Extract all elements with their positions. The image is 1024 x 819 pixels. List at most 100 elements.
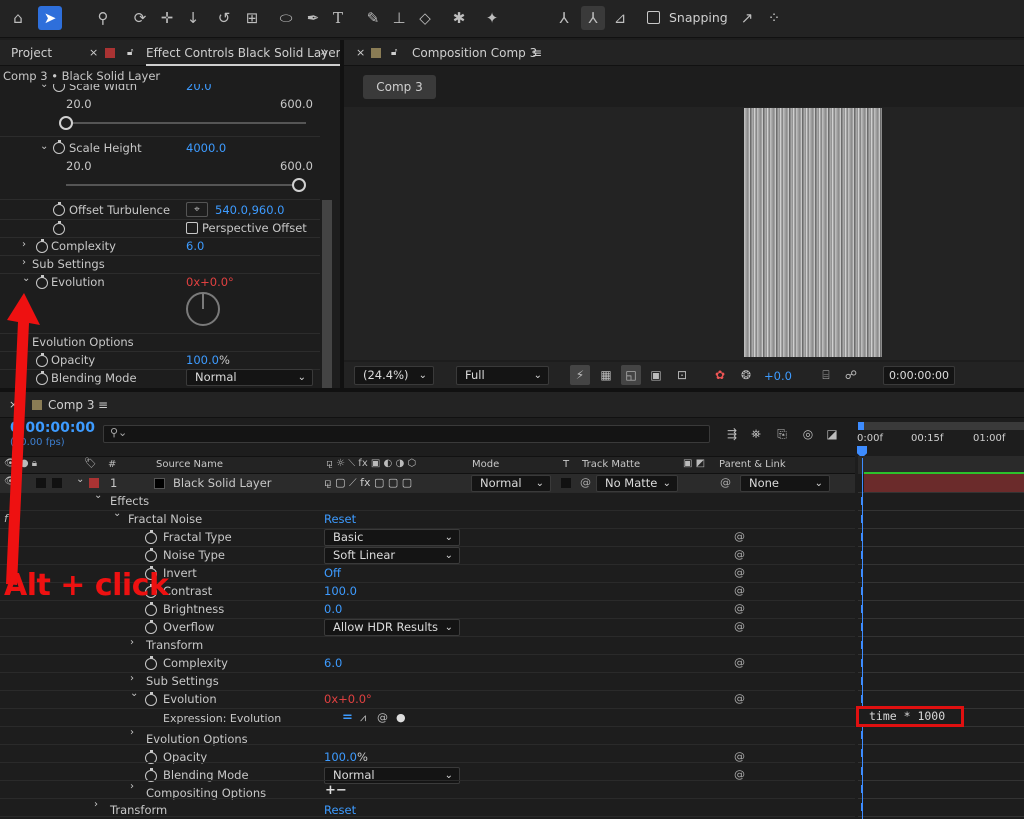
stopwatch-icon[interactable]	[53, 140, 65, 154]
column-parent-link[interactable]: Parent & Link	[719, 459, 786, 470]
stopwatch-icon[interactable]	[145, 620, 157, 634]
noise-type-dropdown[interactable]: Soft Linear ⌄	[324, 547, 460, 564]
complexity-value[interactable]: 6.0	[186, 239, 204, 253]
scale-height-value[interactable]: 4000.0	[186, 141, 226, 155]
panel-menu-icon[interactable]: ≡	[532, 40, 542, 66]
scale-width-value[interactable]: 20.0	[186, 84, 212, 93]
layer-mode-dropdown[interactable]: Normal ⌄	[471, 475, 551, 492]
pickwhip-icon[interactable]: @	[734, 657, 746, 669]
axis-world-icon[interactable]: ⅄	[581, 6, 605, 30]
layer-duration-bar[interactable]	[864, 474, 1024, 492]
current-time-field[interactable]: 0:00:00:00	[883, 366, 955, 385]
pickwhip-icon[interactable]: @	[734, 693, 746, 705]
brush-tool-icon[interactable]: ✎	[361, 6, 385, 30]
pickwhip-icon[interactable]: @	[734, 585, 746, 597]
expression-code[interactable]: time * 1000	[869, 709, 945, 723]
snapshot-camera-icon[interactable]: ⌸	[816, 365, 836, 385]
pickwhip-icon[interactable]: @	[734, 549, 746, 561]
layer-switches[interactable]: ⚼ ▢ ⟋ fx ▢ ▢ ▢	[324, 476, 412, 490]
exposure-value[interactable]: +0.0	[764, 369, 792, 383]
reset-link[interactable]: Reset	[324, 512, 356, 526]
stopwatch-icon[interactable]	[36, 239, 48, 253]
pan-behind-tool-icon[interactable]: ⊞	[240, 6, 264, 30]
scrollbar[interactable]	[322, 200, 332, 388]
chevron-right-icon[interactable]: ›	[22, 239, 26, 250]
rotate-tool-icon[interactable]: ↺	[212, 6, 236, 30]
search-input[interactable]: ⚲⌄	[103, 425, 710, 443]
shy-layers-icon[interactable]: ⎘	[772, 424, 792, 444]
invert-value[interactable]: Off	[324, 566, 341, 580]
roto-brush-tool-icon[interactable]: ✱	[447, 6, 471, 30]
comp-navigator-button[interactable]: Comp 3	[363, 75, 436, 99]
evolution-degrees[interactable]: +0.0°	[338, 692, 372, 706]
stopwatch-icon[interactable]	[145, 656, 157, 670]
opacity-value[interactable]: 100.0	[186, 353, 219, 367]
graph-editor-icon[interactable]: ◪	[822, 424, 842, 444]
dolly-tool-icon[interactable]: ↓	[181, 6, 205, 30]
parent-dropdown[interactable]: None ⌄	[740, 475, 830, 492]
show-snapshot-icon[interactable]: ☍	[841, 365, 861, 385]
evolution-revolutions[interactable]: 0x	[324, 692, 338, 706]
stopwatch-icon[interactable]	[53, 202, 65, 216]
chevron-right-icon[interactable]: ›	[94, 799, 98, 810]
pickwhip-icon[interactable]: @	[734, 531, 746, 543]
eraser-tool-icon[interactable]: ◇	[413, 6, 437, 30]
tab-composition[interactable]: Composition Comp 3	[412, 40, 537, 66]
chevron-right-icon[interactable]: ›	[130, 727, 134, 738]
region-of-interest-icon[interactable]: ▣	[646, 365, 666, 385]
stopwatch-icon[interactable]	[145, 602, 157, 616]
add-remove-icons[interactable]: +−	[325, 783, 347, 798]
column-t[interactable]: T	[563, 459, 569, 470]
matte-pickwhip-icon[interactable]: @	[580, 476, 591, 489]
layer-label-color[interactable]	[89, 478, 99, 488]
color-management-icon[interactable]: ❂	[736, 365, 756, 385]
pickwhip-icon[interactable]: @	[734, 603, 746, 615]
snap-edges-icon[interactable]: ↗	[735, 6, 759, 30]
layer-name[interactable]: Black Solid Layer	[173, 476, 272, 490]
reset-link[interactable]: Reset	[324, 803, 356, 817]
blending-mode-dropdown[interactable]: Normal ⌄	[324, 767, 460, 784]
fractal-type-dropdown[interactable]: Basic ⌄	[324, 529, 460, 546]
scale-width-slider-handle[interactable]	[59, 116, 73, 130]
pen-tool-icon[interactable]: ✒	[301, 6, 325, 30]
lock-icon[interactable]: 🔓︎	[391, 40, 397, 66]
stopwatch-icon[interactable]	[145, 692, 157, 706]
complexity-value[interactable]: 6.0	[324, 656, 342, 670]
evolution-dial[interactable]	[186, 292, 220, 326]
chevron-right-icon[interactable]: ›	[130, 673, 134, 684]
stopwatch-icon[interactable]	[53, 84, 65, 92]
scale-height-slider-track[interactable]	[66, 184, 298, 186]
brightness-value[interactable]: 0.0	[324, 602, 342, 616]
type-tool-icon[interactable]: T	[326, 6, 350, 30]
frame-blending-icon[interactable]: ◎	[798, 424, 818, 444]
expression-language-menu-icon[interactable]: ●	[396, 711, 406, 724]
axis-view-icon[interactable]: ⊿	[608, 6, 632, 30]
column-source-name[interactable]: Source Name	[156, 459, 223, 470]
contrast-value[interactable]: 100.0	[324, 584, 357, 598]
pickwhip-icon[interactable]: @	[734, 621, 746, 633]
tab-close-icon[interactable]: ×	[89, 40, 98, 66]
expression-enable-icon[interactable]: =	[342, 710, 353, 725]
stopwatch-icon[interactable]	[53, 221, 65, 235]
draft-3d-icon[interactable]: ⛯	[746, 424, 766, 444]
comp-flowchart-icon[interactable]: ⇶	[722, 424, 742, 444]
column-mode[interactable]: Mode	[472, 459, 499, 470]
chevron-right-icon[interactable]: ›	[130, 781, 134, 792]
zoom-tool-icon[interactable]: ⚲	[91, 6, 115, 30]
zoom-dropdown[interactable]: (24.4%) ⌄	[354, 366, 434, 385]
tab-close-icon[interactable]: ×	[356, 40, 365, 66]
comp-viewer[interactable]	[344, 107, 1024, 360]
offset-turbulence-value[interactable]: 540.0,960.0	[215, 203, 285, 217]
chevron-down-icon[interactable]: ⌄	[76, 474, 84, 485]
fast-preview-icon[interactable]: ⚡	[570, 365, 590, 385]
blending-mode-dropdown[interactable]: Normal ⌄	[186, 369, 313, 386]
stopwatch-icon[interactable]	[145, 548, 157, 562]
scale-height-slider-handle[interactable]	[292, 178, 306, 192]
chevron-down-icon[interactable]: ⌄	[40, 84, 48, 90]
axis-local-icon[interactable]: ⅄	[552, 6, 576, 30]
puppet-pin-tool-icon[interactable]: ✦	[480, 6, 504, 30]
perspective-offset-checkbox[interactable]	[186, 222, 198, 234]
transparency-grid-icon[interactable]: ▦	[596, 365, 616, 385]
chevron-right-icon[interactable]: ›	[130, 637, 134, 648]
snap-grid-icon[interactable]: ⁘	[762, 6, 786, 30]
